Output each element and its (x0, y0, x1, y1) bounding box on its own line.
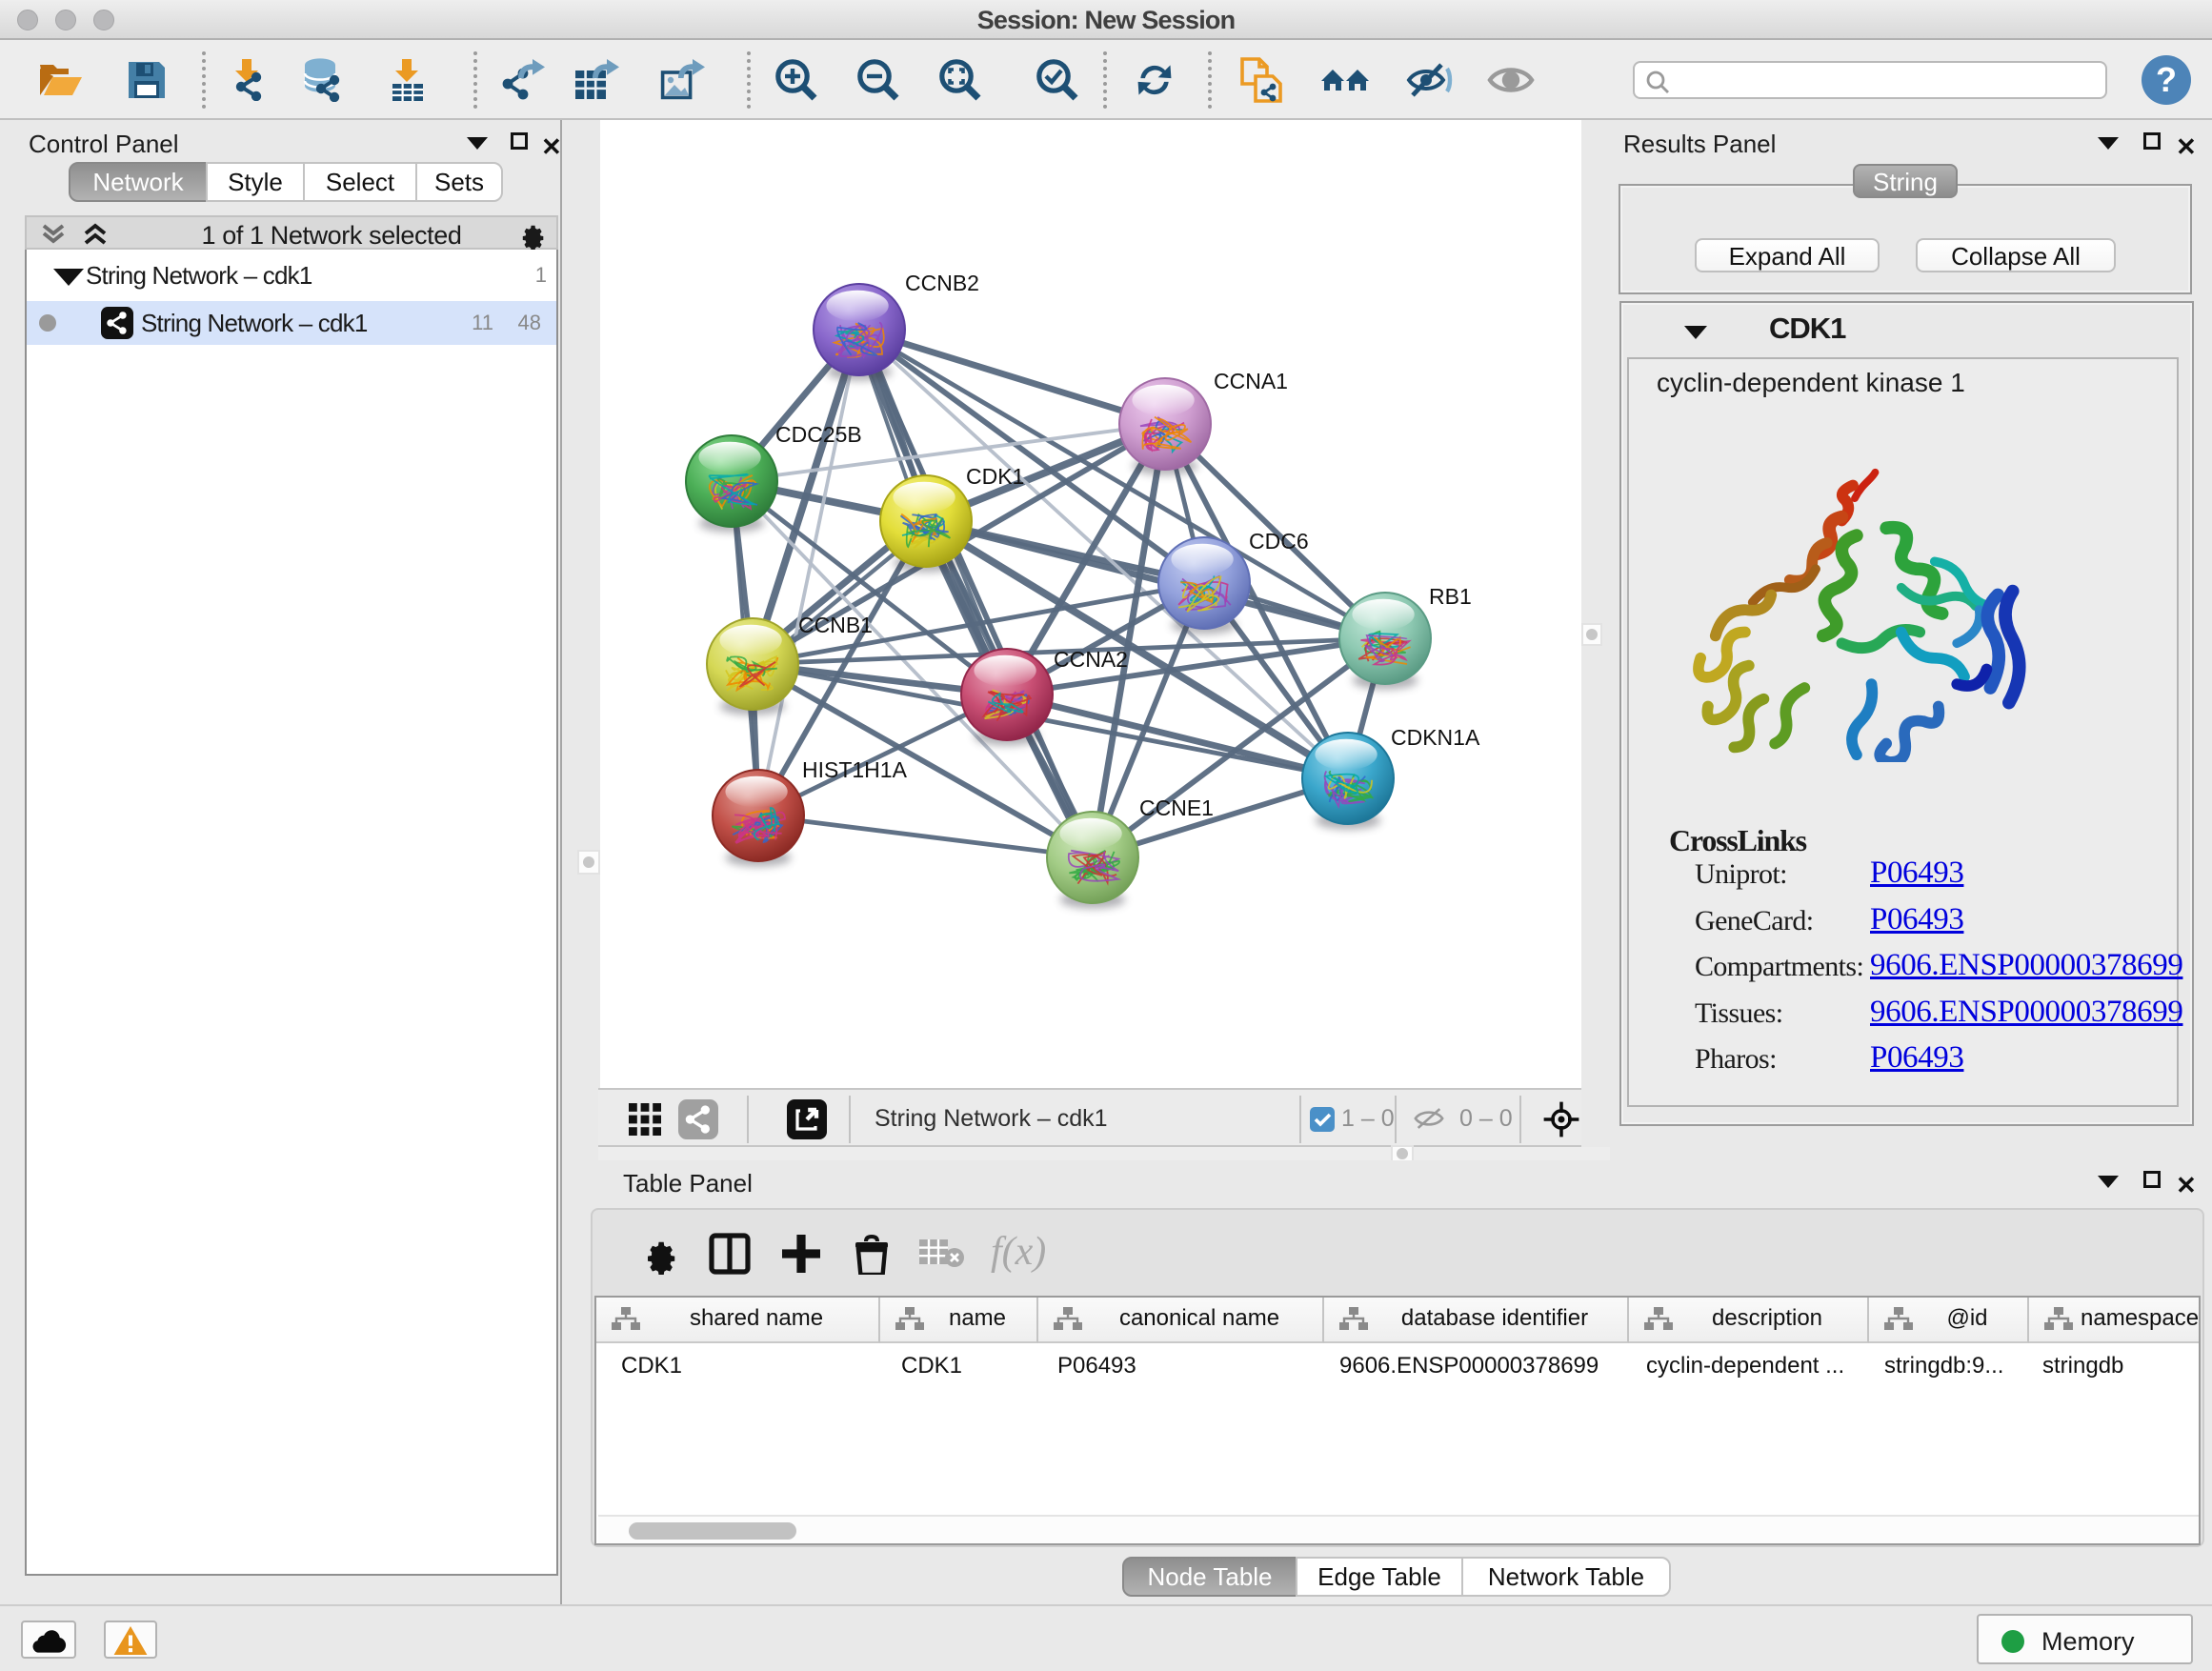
svg-text:CCNA2: CCNA2 (1054, 647, 1128, 672)
svg-text:CDC6: CDC6 (1249, 529, 1309, 554)
svg-text:CCNA1: CCNA1 (1214, 369, 1288, 393)
svg-text:CDKN1A: CDKN1A (1391, 725, 1480, 750)
svg-text:CCNB2: CCNB2 (905, 271, 979, 295)
svg-text:CCNE1: CCNE1 (1139, 795, 1214, 820)
svg-text:?: ? (2156, 60, 2177, 99)
svg-text:CDK1: CDK1 (966, 464, 1024, 489)
svg-text:CCNB1: CCNB1 (798, 613, 873, 637)
svg-text:CDC25B: CDC25B (775, 422, 862, 447)
svg-text:RB1: RB1 (1429, 584, 1472, 609)
svg-text:HIST1H1A: HIST1H1A (802, 757, 908, 782)
